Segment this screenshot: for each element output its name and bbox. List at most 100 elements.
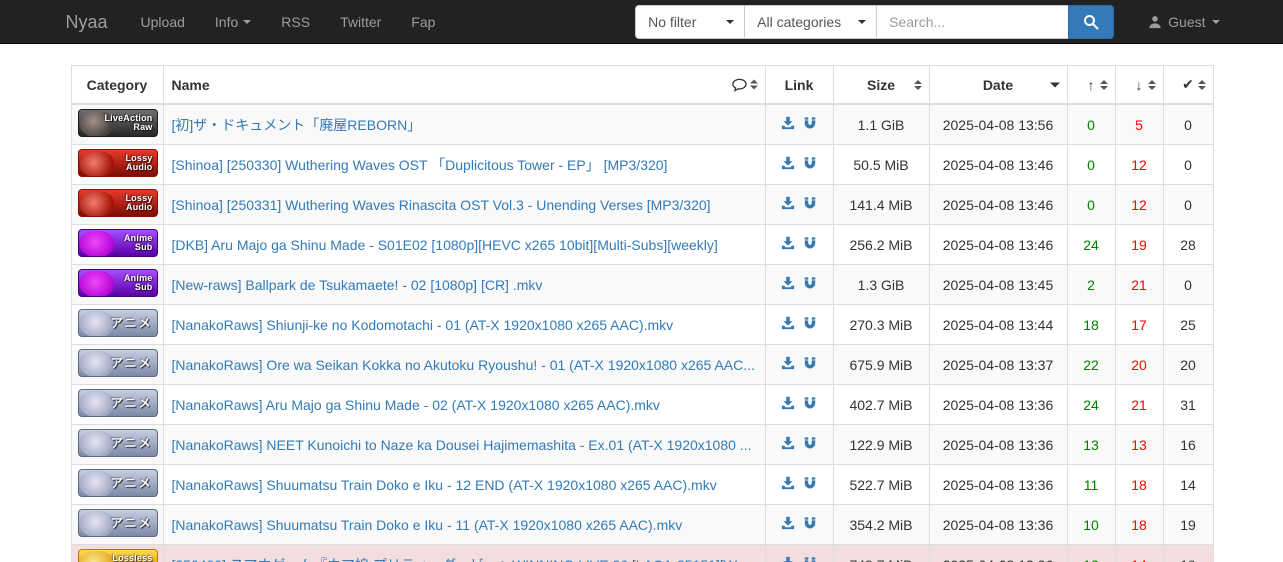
magnet-icon xyxy=(804,557,816,562)
download-link[interactable] xyxy=(781,556,795,562)
nav-item-info[interactable]: Info xyxy=(200,1,266,43)
completed-cell: 16 xyxy=(1162,424,1214,465)
sort-carets-icon xyxy=(749,79,758,90)
magnet-link[interactable] xyxy=(803,396,817,410)
header-date[interactable]: Date xyxy=(928,65,1068,105)
torrent-name-link[interactable]: [Shinoa] [250331] Wuthering Waves Rinasc… xyxy=(172,197,711,213)
brand-link[interactable]: Nyaa xyxy=(64,12,116,33)
nav-item-rss[interactable]: RSS xyxy=(266,1,325,43)
torrent-name-link[interactable]: [Shinoa] [250330] Wuthering Waves OST 「D… xyxy=(172,157,668,173)
category-art xyxy=(79,351,114,376)
sort-desc-icon xyxy=(1049,82,1060,87)
download-icon xyxy=(781,196,795,210)
torrent-name-link[interactable]: [NanakoRaws] Shuumatsu Train Doko e Iku … xyxy=(172,477,717,493)
header-completed[interactable]: ✔ xyxy=(1162,65,1214,105)
magnet-link[interactable] xyxy=(803,116,817,130)
category-icon[interactable]: Anime Sub xyxy=(77,269,158,297)
date-cell: 2025-04-08 13:36 xyxy=(928,544,1068,562)
table-row: LosslessAudio [250409] スマホゲーム『ウマ娘 プリティーダー… xyxy=(70,544,1214,562)
magnet-link[interactable] xyxy=(803,196,817,210)
magnet-link[interactable] xyxy=(803,236,817,250)
leechers-cell: 12 xyxy=(1114,184,1164,225)
magnet-link[interactable] xyxy=(803,476,817,490)
completed-cell: 0 xyxy=(1162,103,1214,145)
table-row: アニメ [NanakoRaws] Shiunji-ke no Kodomotach… xyxy=(70,304,1214,345)
category-art xyxy=(79,151,114,176)
nav-item-fap[interactable]: Fap xyxy=(396,1,450,43)
torrent-name-link[interactable]: [NanakoRaws] Shuumatsu Train Doko e Iku … xyxy=(172,517,683,533)
magnet-link[interactable] xyxy=(803,316,817,330)
torrent-name-link[interactable]: [NanakoRaws] Ore wa Seikan Kokka no Akut… xyxy=(172,357,755,373)
download-link[interactable] xyxy=(781,276,795,290)
category-select-value: All categories xyxy=(757,14,842,30)
download-link[interactable] xyxy=(781,476,795,490)
magnet-link[interactable] xyxy=(803,556,817,562)
category-select[interactable]: All categories xyxy=(744,5,878,39)
category-icon[interactable]: アニメ xyxy=(77,509,158,537)
date-cell: 2025-04-08 13:36 xyxy=(928,384,1068,425)
nav-item-upload[interactable]: Upload xyxy=(126,1,200,43)
search-input[interactable] xyxy=(876,5,1070,39)
download-link[interactable] xyxy=(781,196,795,210)
size-cell: 141.4 MiB xyxy=(832,184,930,225)
download-link[interactable] xyxy=(781,396,795,410)
category-icon[interactable]: Anime Sub xyxy=(77,229,158,257)
download-icon xyxy=(781,516,795,530)
search-button[interactable] xyxy=(1068,5,1115,39)
sort-carets-icon xyxy=(1099,79,1108,90)
completed-cell: 31 xyxy=(1162,384,1214,425)
date-cell: 2025-04-08 13:44 xyxy=(928,304,1068,345)
torrent-name-link[interactable]: [250409] スマホゲーム『ウマ娘 プリティーダービー』WINNING LI… xyxy=(172,557,748,562)
category-art xyxy=(79,471,114,496)
download-link[interactable] xyxy=(781,236,795,250)
category-icon[interactable]: LosslessAudio xyxy=(77,549,158,562)
torrent-name-link[interactable]: [New-raws] Ballpark de Tsukamaete! - 02 … xyxy=(172,277,543,293)
magnet-link[interactable] xyxy=(803,356,817,370)
download-icon xyxy=(781,316,795,330)
header-seeders[interactable]: ↑ xyxy=(1066,65,1116,105)
nav-item-twitter[interactable]: Twitter xyxy=(325,1,396,43)
size-cell: 522.7 MiB xyxy=(832,464,930,505)
category-icon[interactable]: Lossy Audio xyxy=(77,149,158,177)
torrent-name-link[interactable]: [NanakoRaws] Aru Majo ga Shinu Made - 02… xyxy=(172,397,660,413)
leechers-cell: 5 xyxy=(1114,103,1164,145)
table-row: アニメ [NanakoRaws] NEET Kunoichi to Naze ka… xyxy=(70,424,1214,465)
torrent-name-link[interactable]: [NanakoRaws] NEET Kunoichi to Naze ka Do… xyxy=(172,437,752,453)
category-icon[interactable]: アニメ xyxy=(77,309,158,337)
download-link[interactable] xyxy=(781,436,795,450)
download-link[interactable] xyxy=(781,356,795,370)
magnet-icon xyxy=(804,517,816,529)
category-icon[interactable]: アニメ xyxy=(77,469,158,497)
table-row: Anime Sub [DKB] Aru Majo ga Shinu Made - S… xyxy=(70,224,1214,265)
download-link[interactable] xyxy=(781,316,795,330)
magnet-link[interactable] xyxy=(803,516,817,530)
download-link[interactable] xyxy=(781,516,795,530)
torrent-name-link[interactable]: [DKB] Aru Majo ga Shinu Made - S01E02 [1… xyxy=(172,237,718,253)
category-icon[interactable]: アニメ xyxy=(77,429,158,457)
category-icon[interactable]: LiveAction Raw xyxy=(77,109,158,137)
download-link[interactable] xyxy=(781,156,795,170)
size-cell: 50.5 MiB xyxy=(832,144,930,185)
header-size[interactable]: Size xyxy=(832,65,930,105)
size-cell: 675.9 MiB xyxy=(832,344,930,385)
magnet-link[interactable] xyxy=(803,276,817,290)
header-leechers[interactable]: ↓ xyxy=(1114,65,1164,105)
category-icon[interactable]: アニメ xyxy=(77,349,158,377)
filter-select[interactable]: No filter xyxy=(635,5,746,39)
search-form: No filter All categories xyxy=(635,5,1115,39)
torrent-name-link[interactable]: [NanakoRaws] Shiunji-ke no Kodomotachi -… xyxy=(172,317,674,333)
user-menu[interactable]: Guest xyxy=(1148,14,1220,30)
magnet-icon xyxy=(804,437,816,449)
download-link[interactable] xyxy=(781,116,795,130)
date-cell: 2025-04-08 13:36 xyxy=(928,504,1068,545)
magnet-link[interactable] xyxy=(803,156,817,170)
torrent-name-link[interactable]: [初]ザ・ドキュメント「廃屋REBORN」 xyxy=(172,117,422,133)
chevron-down-icon xyxy=(243,20,252,24)
magnet-link[interactable] xyxy=(803,436,817,450)
person-icon xyxy=(1149,16,1161,29)
category-icon[interactable]: アニメ xyxy=(77,389,158,417)
chevron-down-icon xyxy=(726,20,735,24)
header-comments-sort[interactable] xyxy=(731,77,758,92)
category-icon[interactable]: Lossy Audio xyxy=(77,189,158,217)
download-icon xyxy=(781,156,795,170)
